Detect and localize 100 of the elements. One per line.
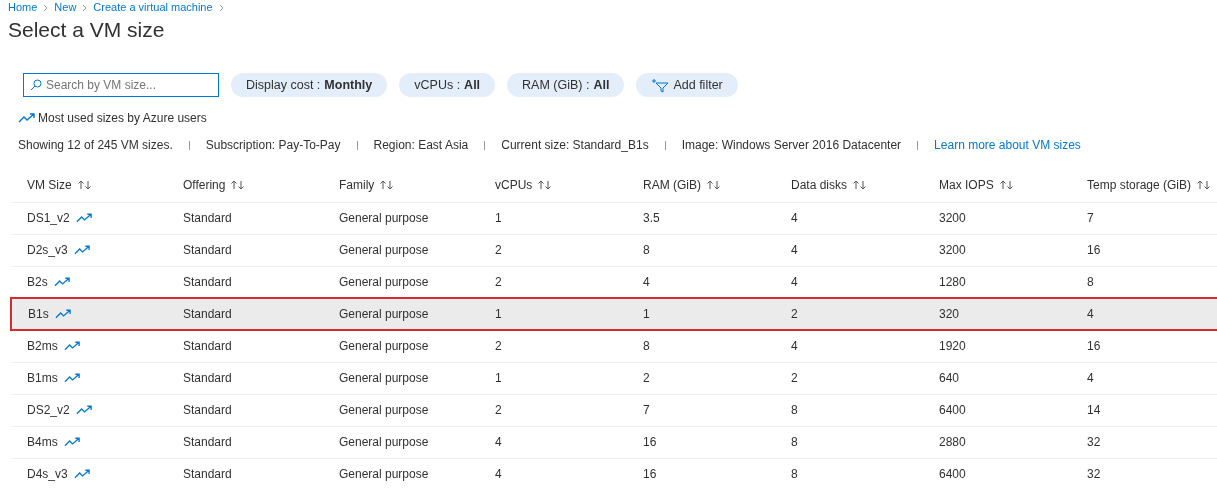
table-cell: Standard — [183, 403, 232, 417]
vm-size-name: B2ms — [27, 338, 58, 356]
sort-icon — [231, 179, 246, 190]
sort-icon — [853, 179, 868, 190]
table-cell: 2 — [495, 274, 502, 289]
vm-size-name: D4s_v3 — [27, 466, 68, 484]
info-text: Region: East Asia — [373, 137, 469, 154]
vm-size-name: D2s_v3 — [27, 242, 68, 259]
table-cell: 1 — [643, 307, 650, 321]
table-cell: 2 — [791, 307, 798, 321]
table-cell: 4 — [791, 243, 798, 257]
info-text: Showing 12 of 245 VM sizes. — [18, 137, 173, 154]
table-row[interactable]: B4ms Standard General purpose 4 16 8 2880 32 — [11, 426, 1217, 458]
column-header[interactable]: Temp storage (GiB) — [1087, 175, 1212, 194]
sort-icon — [707, 179, 721, 190]
column-header[interactable]: Max IOPS — [939, 175, 1014, 194]
sort-icon — [1197, 179, 1212, 190]
vm-size-name: B2s — [27, 273, 48, 291]
table-row[interactable]: D2s_v3 Standard General purpose 2 8 4 3200 16 — [11, 234, 1217, 266]
table-cell: 1 — [495, 211, 502, 225]
table-cell: 6400 — [939, 403, 966, 417]
sort-icon — [999, 179, 1014, 190]
table-cell: 320 — [939, 307, 960, 321]
table-cell: Standard — [183, 371, 232, 385]
vm-size-name: DS2_v2 — [27, 402, 70, 419]
table-cell: 8 — [1087, 274, 1094, 289]
vm-size-name: B1ms — [27, 370, 58, 387]
table-cell: Standard — [183, 211, 232, 225]
table-cell: 3200 — [939, 211, 966, 225]
table-cell: 1280 — [939, 274, 966, 289]
table-cell: General purpose — [339, 403, 429, 417]
table-cell: Standard — [183, 435, 232, 449]
table-cell: 16 — [643, 435, 657, 449]
table-row[interactable]: B2ms Standard General purpose 2 8 4 1920 16 — [11, 330, 1217, 362]
table-cell: 4 — [495, 467, 502, 482]
table-cell: General purpose — [339, 339, 429, 354]
info-text: Current size: Standard_B1s — [501, 137, 649, 154]
table-cell: General purpose — [339, 274, 429, 289]
filter-pill[interactable]: vCPUs : All — [399, 73, 496, 97]
column-header[interactable]: VM Size — [27, 175, 92, 194]
trend-icon — [73, 469, 91, 480]
most-used-label: Most used sizes by Azure users — [38, 110, 207, 127]
breadcrumb-link[interactable]: Create a virtual machine — [93, 1, 213, 13]
trend-icon — [63, 437, 81, 447]
filter-add-icon — [651, 77, 670, 93]
table-cell: 1 — [495, 307, 502, 321]
learn-more-link[interactable]: Learn more about VM sizes — [934, 136, 1081, 154]
column-header[interactable]: Data disks — [791, 175, 868, 194]
table-cell: 1920 — [939, 339, 966, 354]
table-cell: Standard — [183, 243, 232, 257]
table-cell: General purpose — [339, 243, 429, 257]
table-cell: 4 — [1087, 371, 1094, 385]
table-cell: General purpose — [339, 307, 429, 321]
table-row[interactable]: B1s Standard General purpose 1 1 2 320 4 — [11, 298, 1217, 330]
table-row[interactable]: D4s_v3 Standard General purpose 4 16 8 6400 32 — [11, 458, 1217, 490]
breadcrumb-link[interactable]: New — [54, 1, 77, 13]
table-cell: Standard — [183, 307, 232, 321]
add-filter-button[interactable]: Add filter — [636, 73, 738, 97]
table-cell: 2 — [495, 339, 502, 354]
search-field[interactable]: Search by VM size... — [23, 73, 219, 97]
table-cell: 4 — [791, 274, 798, 289]
table-cell: 1 — [495, 371, 502, 385]
table-cell: 4 — [495, 435, 502, 449]
table-cell: General purpose — [339, 371, 429, 385]
table-row[interactable]: DS2_v2 Standard General purpose 2 7 8 6400 14 — [11, 394, 1217, 426]
trend-icon — [75, 405, 93, 415]
table-cell: 16 — [1087, 339, 1101, 354]
table-cell: 16 — [1087, 243, 1101, 257]
trend-icon — [18, 113, 36, 123]
breadcrumb-link[interactable]: Home — [8, 1, 38, 13]
trend-icon — [73, 245, 91, 255]
table-cell: 3.5 — [643, 211, 660, 225]
table-cell: General purpose — [339, 435, 429, 449]
column-header[interactable]: RAM (GiB) — [643, 175, 721, 194]
column-header[interactable]: Family — [339, 175, 395, 194]
table-cell: 32 — [1087, 467, 1101, 482]
column-header[interactable]: vCPUs — [495, 175, 553, 194]
table-cell: 32 — [1087, 435, 1101, 449]
table-cell: 3200 — [939, 243, 966, 257]
vm-size-name: B4ms — [27, 434, 58, 451]
table-cell: 7 — [643, 403, 650, 417]
table-cell: General purpose — [339, 211, 429, 225]
table-cell: 8 — [791, 403, 798, 417]
table-cell: 4 — [643, 274, 650, 289]
trend-icon — [75, 213, 93, 223]
table-row[interactable]: B1ms Standard General purpose 1 2 2 640 4 — [11, 362, 1217, 394]
trend-icon — [54, 309, 72, 319]
trend-icon — [53, 276, 71, 287]
filter-pill[interactable]: Display cost : Monthly — [231, 73, 388, 97]
column-header[interactable]: Offering — [183, 175, 246, 194]
info-text: Image: Windows Server 2016 Datacenter — [681, 137, 902, 154]
table-cell: 4 — [1087, 307, 1094, 321]
table-row[interactable]: DS1_v2 Standard General purpose 1 3.5 4 3200 7 — [11, 202, 1217, 234]
table-cell: Standard — [183, 467, 232, 482]
table-cell: Standard — [183, 339, 232, 354]
trend-icon — [63, 373, 81, 383]
sort-icon — [380, 179, 395, 190]
filter-pill[interactable]: RAM (GiB) : All — [507, 73, 625, 97]
table-cell: 8 — [791, 435, 798, 449]
vm-size-name: B1s — [28, 306, 49, 323]
